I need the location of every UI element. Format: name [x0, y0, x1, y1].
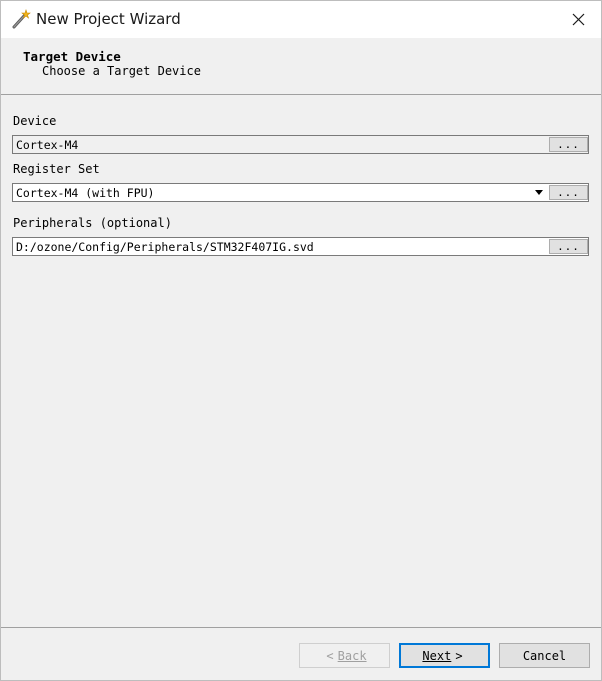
close-button[interactable] [555, 1, 601, 38]
device-field[interactable]: Cortex-M4 ... [12, 135, 589, 154]
new-project-wizard-window: New Project Wizard Target Device Choose … [0, 0, 602, 681]
title-bar[interactable]: New Project Wizard [1, 1, 601, 38]
register-set-select[interactable]: Cortex-M4 (with FPU) ... [12, 183, 589, 202]
peripherals-browse-button[interactable]: ... [549, 239, 588, 254]
page-title: Target Device [23, 49, 121, 64]
register-set-browse-button[interactable]: ... [549, 185, 588, 200]
wizard-header: Target Device Choose a Target Device [1, 38, 601, 95]
magic-wand-icon [12, 9, 31, 29]
device-value: Cortex-M4 [16, 138, 79, 152]
next-button[interactable]: Next > [399, 643, 490, 668]
close-icon [572, 13, 584, 26]
dropdown-arrow-icon[interactable] [535, 190, 543, 195]
peripherals-field[interactable]: D:/ozone/Config/Peripherals/STM32F407IG.… [12, 237, 589, 256]
cancel-button[interactable]: Cancel [499, 643, 590, 668]
chevron-right-icon: > [455, 648, 463, 663]
register-set-label: Register Set [13, 162, 100, 176]
window-title: New Project Wizard [36, 10, 181, 28]
page-subtitle: Choose a Target Device [42, 64, 201, 78]
peripherals-label: Peripherals (optional) [13, 216, 172, 230]
next-label: Next [422, 648, 452, 663]
device-browse-button[interactable]: ... [549, 137, 588, 152]
device-label: Device [13, 114, 57, 128]
chevron-left-icon: < [326, 648, 334, 663]
back-button[interactable]: < Back [299, 643, 390, 668]
back-label: Back [337, 648, 367, 663]
peripherals-value: D:/ozone/Config/Peripherals/STM32F407IG.… [16, 240, 314, 254]
register-set-value: Cortex-M4 (with FPU) [16, 186, 155, 200]
footer-divider [1, 627, 601, 628]
